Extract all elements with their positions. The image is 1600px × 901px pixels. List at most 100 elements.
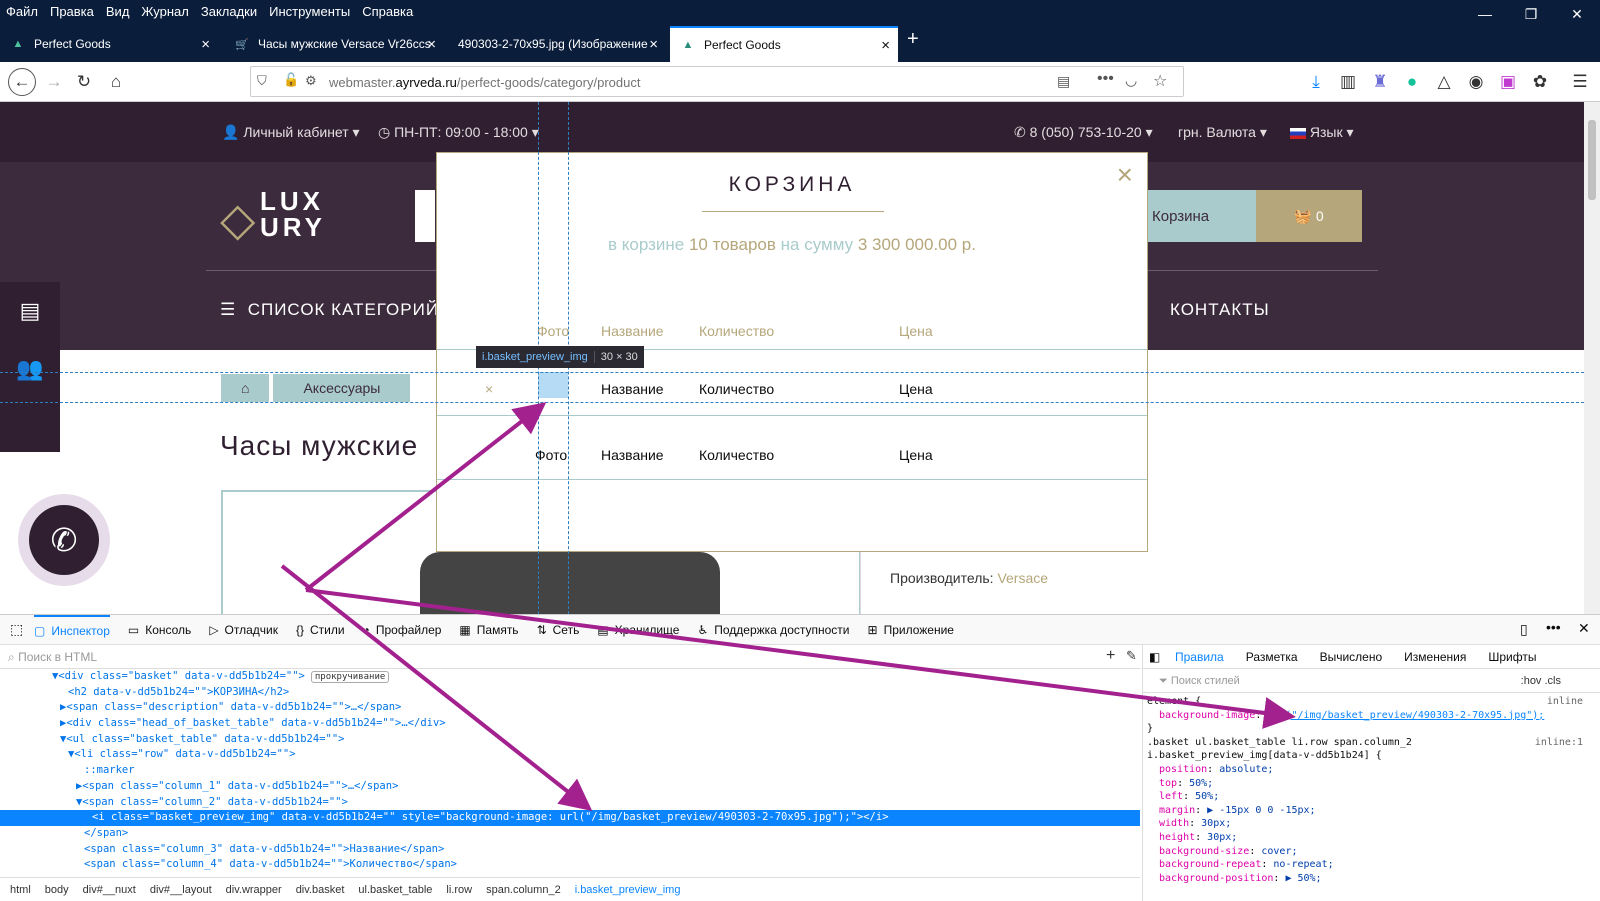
close-tab-icon[interactable]: × [201,36,210,53]
site-logo[interactable]: ◇ LUX URY [220,186,340,245]
css-declaration[interactable]: width: 30px; [1143,817,1583,831]
home-icon[interactable]: ⌂ [104,70,128,94]
pseudo-class-toggles[interactable]: :hov .cls [1521,675,1561,687]
html-search-input[interactable]: ⌕ Поиск в HTML + ✎ [0,645,1140,669]
close-tab-icon[interactable]: × [881,37,890,54]
close-tab-icon[interactable]: × [427,36,436,53]
tab-accessibility[interactable]: ♿ Поддержка доступности [697,623,849,637]
html-node[interactable]: ::marker [0,763,1140,779]
css-declaration[interactable]: margin: ▶ -15px 0 0 -15px; [1143,804,1583,818]
modal-close-icon[interactable]: × [1117,159,1133,191]
scrollbar-thumb[interactable] [1588,120,1596,200]
extension-triangle-icon[interactable]: △ [1432,70,1456,94]
tab-application[interactable]: ⊞ Приложение [868,623,954,637]
manufacturer-link[interactable]: Versace [997,570,1048,586]
html-node[interactable]: <span class="column_4" data-v-dd5b1b24="… [0,857,1140,873]
style-filter-input[interactable]: ⏷ Поиск стилей:hov .cls [1143,669,1600,693]
html-node[interactable]: ▶<span class="column_1" data-v-dd5b1b24=… [0,779,1140,795]
html-node[interactable]: <span class="column_3" data-v-dd5b1b24="… [0,842,1140,858]
bookmark-star-icon[interactable]: ☆ [1153,71,1167,91]
css-declaration[interactable]: background-position: ▶ 50%; [1143,872,1583,886]
dom-crumb[interactable]: body [45,884,69,896]
extension-icon[interactable]: ♜ [1368,70,1392,94]
tab-network[interactable]: ⇅ Сеть [537,623,580,637]
tab-perfect-goods-1[interactable]: ▲ Perfect Goods × [0,26,218,62]
dom-crumb[interactable]: i.basket_preview_img [575,884,681,896]
css-declaration[interactable]: background-image: url("/img/basket_previ… [1143,709,1583,723]
back-arrow-icon[interactable]: ← [8,68,36,96]
css-declaration[interactable]: background-repeat: no-repeat; [1143,858,1583,872]
menu-help[interactable]: Справка [362,4,413,19]
html-node[interactable]: ▼<span class="column_2" data-v-dd5b1b24=… [0,795,1140,811]
tab-styles[interactable]: {} Стили [296,623,345,637]
dock-icon[interactable]: ▯ [1520,621,1528,638]
home-crumb-icon[interactable]: ⌂ [221,374,270,402]
language-dropdown[interactable]: Язык ▾ [1290,124,1354,141]
eyedropper-icon[interactable]: ✎ [1126,648,1137,664]
dom-crumb[interactable]: span.column_2 [486,884,561,896]
hamburger-menu-icon[interactable]: ☰ [1568,70,1592,94]
tab-debugger[interactable]: ▷ Отладчик [209,623,278,637]
tab-image[interactable]: 490303-2-70x95.jpg (Изображение × [448,26,666,62]
site-permissions-icon[interactable]: ⚙ [305,73,317,89]
css-selector[interactable]: } [1143,722,1583,736]
breadcrumb-item[interactable]: Аксессуары [273,374,411,402]
contacts-link[interactable]: КОНТАКТЫ [1170,300,1270,320]
css-selector[interactable]: element {inline [1143,695,1583,709]
url-bar[interactable]: ⛉ 🔓 ⚙ webmaster.ayrveda.ru/perfect-goods… [250,66,1184,97]
reader-view-icon[interactable]: ▤ [1057,73,1070,90]
menu-tools[interactable]: Инструменты [269,4,350,19]
more-options-icon[interactable]: ••• [1546,619,1561,635]
html-node[interactable]: ▼<li class="row" data-v-dd5b1b24=""> [0,747,1140,763]
menu-file[interactable]: Файл [6,4,38,19]
users-icon[interactable]: 👥 [0,340,60,398]
reload-icon[interactable]: ↻ [72,70,96,94]
account-icon[interactable]: ◉ [1464,70,1488,94]
html-node[interactable]: ▼<ul class="basket_table" data-v-dd5b1b2… [0,732,1140,748]
phone-dropdown[interactable]: ✆ 8 (050) 753-10-20 ▾ [1014,124,1153,141]
tab-profiler[interactable]: ◔ Профайлер [363,623,442,637]
css-declaration[interactable]: height: 30px; [1143,831,1583,845]
tab-console[interactable]: ▭ Консоль [128,623,191,637]
add-node-icon[interactable]: + [1106,647,1115,665]
dom-crumb[interactable]: div#__layout [150,884,212,896]
tab-inspector[interactable]: ▢ Инспектор [34,614,110,645]
html-node-selected[interactable]: <i class="basket_preview_img" data-v-dd5… [0,810,1140,826]
tab-rules[interactable]: Правила [1175,650,1224,664]
dom-crumb[interactable]: li.row [446,884,472,896]
css-selector[interactable]: .basket ul.basket_table li.row span.colu… [1143,736,1583,750]
page-scrollbar[interactable] [1584,102,1600,614]
forward-arrow-icon[interactable]: → [42,70,66,94]
tab-computed[interactable]: Вычислено [1320,650,1383,664]
menu-edit[interactable]: Правка [50,4,94,19]
new-tab-button[interactable]: + [907,28,919,51]
tab-perfect-goods-active[interactable]: ▲ Perfect Goods × [670,26,898,62]
dom-crumb[interactable]: div.basket [296,884,345,896]
page-actions-icon[interactable]: ••• [1097,70,1114,88]
search-input[interactable] [415,190,435,242]
close-tab-icon[interactable]: × [649,36,658,53]
css-selector[interactable]: i.basket_preview_img[data-v-dd5b1b24] { [1143,749,1583,763]
pocket-icon[interactable]: ◡ [1125,72,1137,89]
hours-dropdown[interactable]: ◷ ПН-ПТ: 09:00 - 18:00 ▾ [378,124,539,141]
tracking-shield-icon[interactable]: ⛉ [257,73,267,89]
tab-layout[interactable]: Разметка [1246,650,1298,664]
download-icon[interactable]: ⤓ [1304,70,1328,94]
layout-toggle-icon[interactable]: ◧ [1149,650,1160,664]
css-declaration[interactable]: position: absolute; [1143,763,1583,777]
html-node[interactable]: </span> [0,826,1140,842]
css-declaration[interactable]: left: 50%; [1143,790,1583,804]
html-node[interactable]: ▶<div class="head_of_basket_table" data-… [0,716,1140,732]
categories-menu[interactable]: ☰ СПИСОК КАТЕГОРИЙ [220,300,439,320]
cart-button[interactable]: Корзина [1148,190,1256,242]
tab-watch-product[interactable]: 🛒 Часы мужские Versace Vr26ccs × [224,26,444,62]
grammarly-icon[interactable]: ● [1400,70,1424,94]
account-link[interactable]: 👤 Личный кабинет ▾ [222,124,360,141]
close-devtools-icon[interactable]: ✕ [1578,620,1590,637]
css-declaration[interactable]: top: 50%; [1143,777,1583,791]
insecure-lock-icon[interactable]: 🔓 [283,72,299,88]
url-text[interactable]: webmaster.ayrveda.ru/perfect-goods/categ… [329,75,640,90]
html-node[interactable]: ▼<div class="basket" data-v-dd5b1b24="">… [0,669,1140,685]
currency-dropdown[interactable]: грн. Валюта ▾ [1178,124,1267,141]
dom-crumb[interactable]: html [10,884,31,896]
